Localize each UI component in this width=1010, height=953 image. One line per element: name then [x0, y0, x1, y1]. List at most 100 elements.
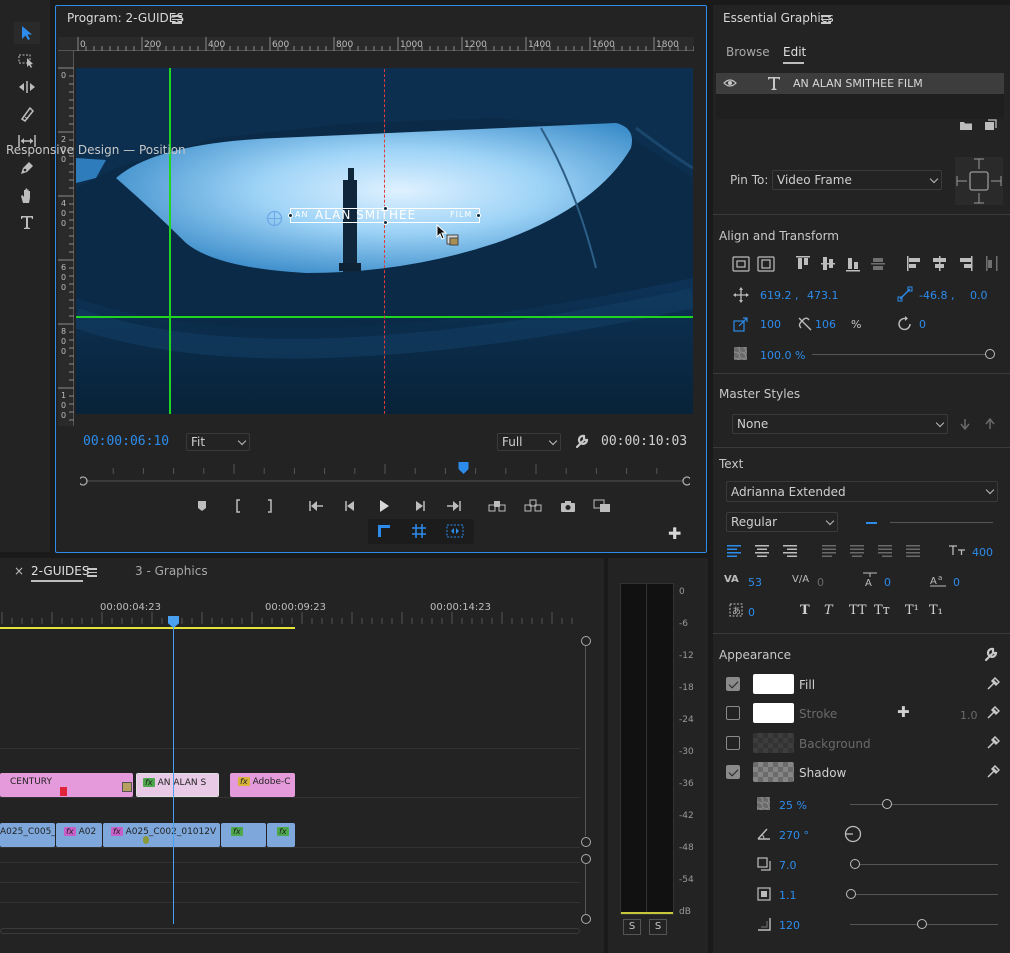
shadow-size-track[interactable] [850, 894, 998, 895]
close-tab-icon[interactable]: × [14, 564, 24, 578]
wrench-icon[interactable] [574, 434, 589, 449]
position-x[interactable]: 619.2 , [760, 289, 798, 302]
font-style-select[interactable]: Regular [726, 512, 838, 532]
eg-menu-icon[interactable] [821, 13, 831, 26]
lift-icon[interactable] [487, 497, 507, 515]
playhead-line[interactable] [173, 622, 174, 924]
scroll-handle-mid[interactable] [581, 837, 591, 847]
small-caps-button[interactable]: Tт [874, 603, 890, 618]
opacity-value[interactable]: 100.0 % [760, 349, 805, 362]
track-select-tool-icon[interactable] [14, 49, 40, 71]
tab-edit[interactable]: Edit [783, 45, 806, 59]
pin-widget[interactable] [955, 157, 1003, 205]
stroke-checkbox[interactable] [726, 706, 740, 720]
faux-bold-button[interactable]: T [800, 603, 810, 618]
fill-color-swatch[interactable] [753, 674, 794, 694]
push-style-down-icon[interactable] [959, 418, 971, 430]
vertical-guide[interactable] [169, 68, 171, 414]
all-caps-button[interactable]: TT [849, 603, 867, 618]
shadow-blur-value[interactable]: 120 [779, 919, 800, 932]
work-area-bar[interactable] [0, 627, 295, 629]
eye-icon[interactable] [723, 78, 737, 88]
shadow-checkbox[interactable] [726, 765, 740, 779]
shadow-size-knob[interactable] [846, 889, 856, 899]
kerning-value[interactable]: 53 [748, 576, 762, 589]
baseline-value[interactable]: 0 [953, 576, 960, 589]
appearance-wrench-icon[interactable] [983, 647, 998, 662]
shadow-angle-value[interactable]: 270 ° [779, 829, 809, 842]
current-timecode[interactable]: 00:00:06:10 [83, 434, 169, 449]
snap-in-program-icon[interactable] [446, 523, 464, 539]
background-checkbox[interactable] [726, 736, 740, 750]
handle-top[interactable] [383, 206, 388, 211]
clip-adobe-c[interactable]: fx Adobe-C [230, 773, 295, 797]
shadow-distance-value[interactable]: 7.0 [779, 859, 797, 872]
tsume-value[interactable]: 0 [748, 606, 755, 619]
anchor-y[interactable]: 0.0 [970, 289, 988, 302]
font-size-value[interactable]: 400 [972, 546, 993, 559]
step-back-icon[interactable] [340, 497, 360, 515]
add-stroke-icon[interactable]: ✚ [897, 703, 910, 721]
fill-eyedropper-icon[interactable] [986, 677, 1000, 691]
rotation-value[interactable]: 0 [919, 318, 926, 331]
faux-italic-button[interactable]: T [824, 603, 833, 618]
horizontal-scrollbar[interactable] [0, 928, 580, 934]
scrub-playhead[interactable] [458, 462, 469, 474]
play-icon[interactable] [374, 497, 394, 515]
clip-v1-4[interactable]: fx [221, 823, 266, 847]
mark-in-icon[interactable] [228, 497, 248, 515]
hand-tool-icon[interactable] [14, 184, 40, 206]
anchor-point-icon[interactable] [266, 210, 283, 227]
subscript-button[interactable]: T₁ [929, 603, 943, 618]
tracking-value[interactable]: 0 [817, 576, 824, 589]
tab-3-graphics[interactable]: 3 - Graphics [135, 564, 208, 578]
scrub-bar[interactable] [80, 462, 690, 488]
pen-tool-icon[interactable] [14, 157, 40, 179]
scrub-in-handle[interactable] [80, 476, 88, 486]
razor-tool-icon[interactable] [14, 103, 40, 125]
opacity-slider-knob[interactable] [985, 349, 995, 359]
step-forward-icon[interactable] [410, 497, 430, 515]
solo-left-button[interactable]: S [623, 919, 641, 935]
selection-tool-icon[interactable] [14, 22, 40, 44]
new-layer-icon[interactable] [984, 119, 997, 131]
tab-2-guides[interactable]: 2-GUIDES [31, 564, 89, 578]
clip-v1-5[interactable]: fx [267, 823, 295, 847]
shadow-eyedropper-icon[interactable] [986, 765, 1000, 779]
stroke-color-swatch[interactable] [753, 703, 794, 723]
new-folder-icon[interactable] [959, 120, 973, 131]
font-size-slider-track[interactable] [890, 522, 993, 523]
scale-height-value[interactable]: 106 [815, 318, 836, 331]
scale-value[interactable]: 100 [760, 318, 781, 331]
clip-a025-c005[interactable]: A025_C005_01 [0, 823, 55, 847]
link-scale-icon[interactable] [797, 316, 813, 332]
go-to-in-icon[interactable] [306, 497, 326, 515]
stroke-eyedropper-icon[interactable] [986, 706, 1000, 720]
fill-checkbox[interactable] [726, 677, 740, 691]
master-style-select[interactable]: None [732, 414, 948, 434]
solo-right-button[interactable]: S [649, 919, 667, 935]
clip-a02[interactable]: fx A02 [56, 823, 102, 847]
position-y[interactable]: 473.1 [807, 289, 839, 302]
clip-a025-c002[interactable]: fx A025_C002_01012V [103, 823, 220, 847]
clip-an-alan-s[interactable]: fx AN ALAN S [136, 773, 219, 797]
comparison-view-icon[interactable] [592, 497, 612, 515]
guides-toggle-icon[interactable] [411, 523, 427, 539]
opacity-slider-track[interactable] [812, 354, 990, 355]
add-button-icon[interactable]: ✚ [668, 526, 681, 542]
extract-icon[interactable] [523, 497, 543, 515]
handle-bottom[interactable] [383, 220, 388, 225]
zoom-select[interactable]: Fit [186, 433, 250, 451]
shadow-size-value[interactable]: 1.1 [779, 889, 797, 902]
shadow-color-swatch[interactable] [753, 762, 794, 782]
mark-out-icon[interactable] [260, 497, 280, 515]
font-select[interactable]: Adrianna Extended [726, 481, 998, 502]
handle-left[interactable] [288, 213, 293, 218]
panel-divider[interactable] [708, 0, 713, 953]
go-to-out-icon[interactable] [444, 497, 464, 515]
horizontal-ruler[interactable]: 0 200 400 600 800 1000 1200 1400 1600 1800 [58, 37, 694, 51]
vertical-ruler[interactable]: 0200400600800100 [58, 51, 74, 426]
shadow-opacity-value[interactable]: 25 % [779, 799, 807, 812]
camera-icon[interactable] [558, 497, 578, 515]
title-bounding-box[interactable]: AN ALAN SMITHEE FILM [288, 206, 481, 225]
